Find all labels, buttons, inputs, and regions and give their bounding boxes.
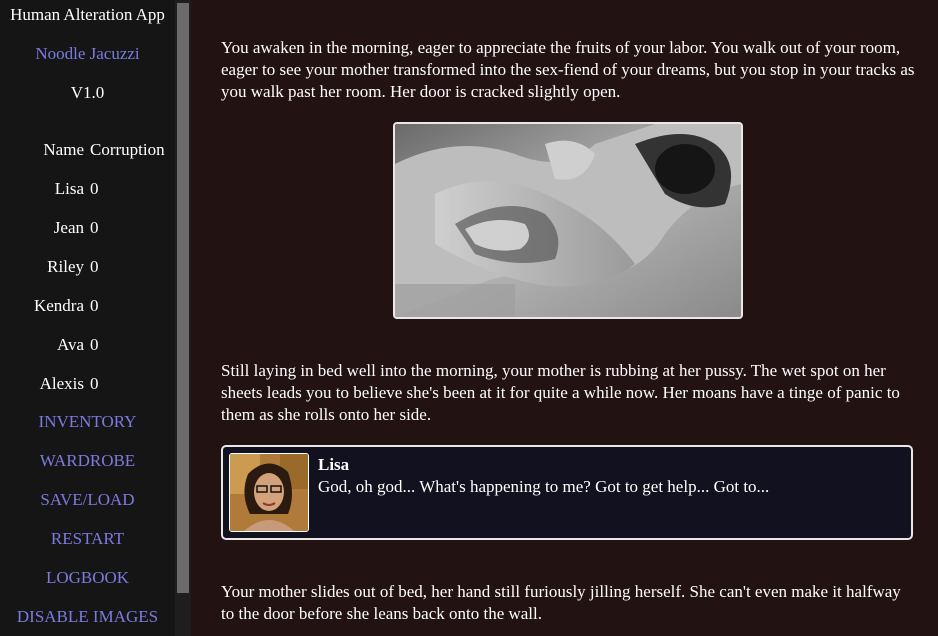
corruption-column-header: Corruption bbox=[90, 140, 165, 159]
character-corruption: 0 bbox=[90, 374, 99, 393]
character-name: Jean bbox=[53, 218, 84, 237]
sidebar-scrollbar[interactable] bbox=[175, 0, 191, 636]
name-column-header: Name bbox=[43, 140, 84, 159]
speaker-name: Lisa bbox=[318, 455, 350, 474]
author-link[interactable]: Noodle Jacuzzi bbox=[0, 43, 175, 65]
character-corruption: 0 bbox=[90, 257, 99, 276]
character-name: Lisa bbox=[54, 179, 84, 198]
story-paragraph: You awaken in the morning, eager to appr… bbox=[221, 38, 915, 101]
app-title: Human Alteration App bbox=[10, 5, 165, 24]
character-name: Alexis bbox=[39, 374, 84, 393]
story-panel: You awaken in the morning, eager to appr… bbox=[191, 0, 938, 636]
save-load-link[interactable]: SAVE/LOAD bbox=[0, 489, 175, 511]
dialog-text: God, oh god... What's happening to me? G… bbox=[318, 477, 770, 496]
disable-images-link[interactable]: DISABLE IMAGES bbox=[0, 606, 175, 628]
character-name: Ava bbox=[56, 335, 84, 354]
character-corruption: 0 bbox=[90, 218, 99, 237]
logbook-link[interactable]: LOGBOOK bbox=[0, 567, 175, 589]
character-name: Kendra bbox=[33, 296, 84, 315]
character-name: Riley bbox=[47, 257, 84, 276]
scrollbar-thumb[interactable] bbox=[177, 3, 189, 593]
story-paragraph: Your mother slides out of bed, her hand … bbox=[221, 582, 901, 623]
scene-image bbox=[393, 122, 743, 319]
lisa-portrait bbox=[229, 453, 309, 532]
inventory-link[interactable]: INVENTORY bbox=[0, 411, 175, 433]
sidebar: Human Alteration App Noodle Jacuzzi V1.0… bbox=[0, 0, 175, 636]
story-paragraph: Still laying in bed well into the mornin… bbox=[221, 361, 900, 424]
version-label: V1.0 bbox=[70, 83, 105, 102]
dialog-box: Lisa God, oh god... What's happening to … bbox=[221, 445, 913, 540]
wardrobe-link[interactable]: WARDROBE bbox=[0, 450, 175, 472]
restart-link[interactable]: RESTART bbox=[0, 528, 175, 550]
character-corruption: 0 bbox=[90, 179, 99, 198]
character-corruption: 0 bbox=[90, 335, 99, 354]
character-corruption: 0 bbox=[90, 296, 99, 315]
